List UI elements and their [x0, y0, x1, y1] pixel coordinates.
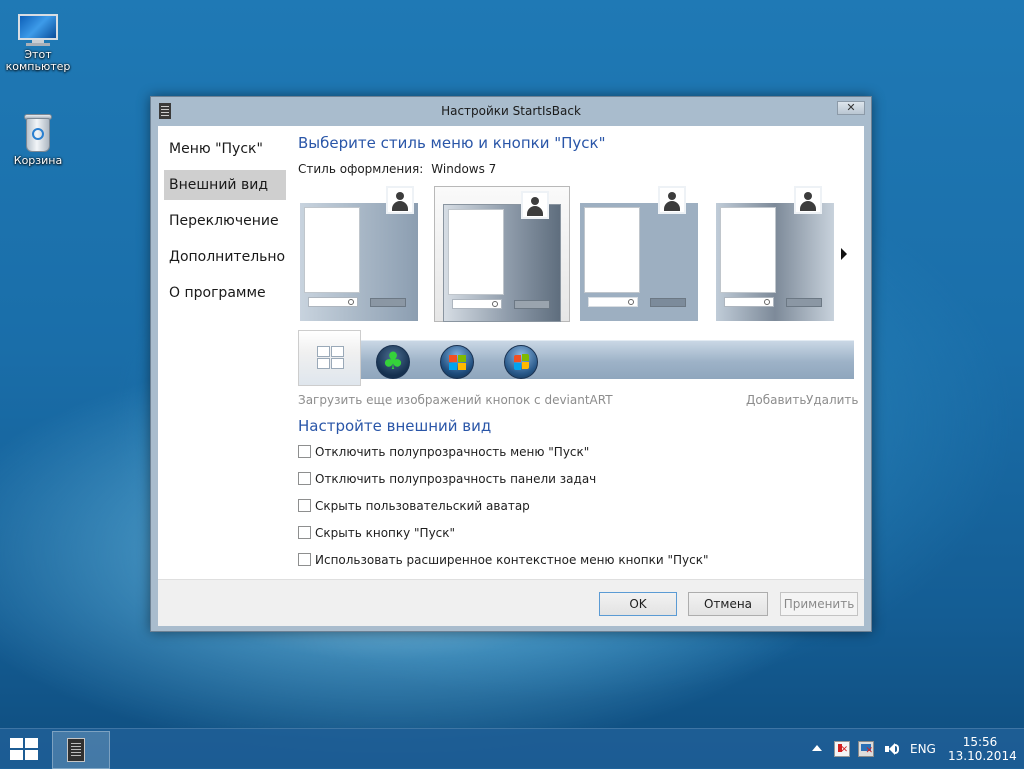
window-title: Настройки StartIsBack [441, 104, 581, 118]
taskbar-app-startisback[interactable] [52, 731, 110, 769]
close-button[interactable]: ✕ [837, 101, 865, 115]
desktop-icon-this-pc[interactable]: Этот компьютер [3, 14, 73, 73]
app-icon [67, 738, 85, 762]
style-label-row: Стиль оформления: Windows 7 [298, 162, 496, 176]
windows7-orb-icon[interactable] [504, 345, 538, 379]
volume-icon[interactable] [884, 741, 900, 757]
checkbox[interactable] [298, 526, 311, 539]
user-avatar-icon [521, 191, 549, 219]
dialog-footer: OK Отмена Применить [158, 579, 864, 626]
ok-button[interactable]: OK [599, 592, 677, 616]
clover-orb-icon[interactable] [376, 345, 410, 379]
recycle-bin-icon [22, 112, 54, 152]
checkbox-label: Отключить полупрозрачность меню "Пуск" [315, 445, 590, 459]
nav-item-about[interactable]: О программе [164, 278, 286, 308]
style-thumbnail-selected[interactable] [434, 186, 570, 322]
desktop-icon-label: компьютер [5, 60, 71, 73]
nav-item-appearance[interactable]: Внешний вид [164, 170, 286, 200]
apply-button[interactable]: Применить [780, 592, 858, 616]
nav-item-advanced[interactable]: Дополнительно [164, 242, 286, 272]
nav-item-start-menu[interactable]: Меню "Пуск" [164, 134, 286, 164]
scroll-right-arrow-icon[interactable] [841, 248, 847, 260]
checkbox-label: Отключить полупрозрачность панели задач [315, 472, 597, 486]
clock-time: 15:56 [962, 735, 998, 749]
style-thumbnail[interactable] [572, 186, 708, 322]
desktop-icon-recycle-bin[interactable]: Корзина [3, 112, 73, 167]
style-thumbnail[interactable] [708, 186, 844, 322]
user-avatar-icon [386, 186, 414, 214]
desktop-icon-label: Корзина [13, 154, 63, 167]
show-hidden-icons-chevron-icon[interactable] [812, 745, 822, 751]
checkbox[interactable] [298, 499, 311, 512]
checkbox-label: Скрыть кнопку "Пуск" [315, 526, 456, 540]
windows-orb-icon[interactable] [440, 345, 474, 379]
nav-item-switching[interactable]: Переключение [164, 206, 286, 236]
style-thumbnail[interactable] [298, 186, 434, 322]
start-button-option-selected[interactable] [298, 330, 361, 386]
window-client: Меню "Пуск" Внешний вид Переключение Доп… [158, 126, 864, 626]
section-title: Выберите стиль меню и кнопки "Пуск" [298, 134, 606, 152]
windows-flag-icon [317, 346, 345, 370]
add-button-link[interactable]: Добавить [746, 393, 806, 407]
user-avatar-icon [794, 186, 822, 214]
checkbox[interactable] [298, 553, 311, 566]
settings-window: Настройки StartIsBack ✕ Меню "Пуск" Внеш… [150, 96, 872, 632]
network-icon[interactable]: ✕ [858, 741, 874, 757]
checkbox-row[interactable]: Скрыть пользовательский аватар [298, 498, 530, 514]
checkbox-row[interactable]: Скрыть кнопку "Пуск" [298, 525, 455, 541]
cancel-button[interactable]: Отмена [688, 592, 768, 616]
checkbox-row[interactable]: Отключить полупрозрачность панели задач [298, 471, 596, 487]
language-indicator[interactable]: ENG [910, 742, 936, 758]
checkbox-label: Использовать расширенное контекстное мен… [315, 553, 709, 567]
checkbox[interactable] [298, 445, 311, 458]
checkbox-label: Скрыть пользовательский аватар [315, 499, 530, 513]
computer-icon [18, 14, 58, 46]
style-value: Windows 7 [431, 162, 497, 176]
clock-date: 13.10.2014 [948, 749, 1017, 763]
title-bar[interactable]: Настройки StartIsBack ✕ [151, 97, 871, 125]
checkbox-row[interactable]: Использовать расширенное контекстное мен… [298, 552, 709, 568]
style-label: Стиль оформления: [298, 162, 424, 176]
settings-nav: Меню "Пуск" Внешний вид Переключение Доп… [164, 134, 286, 314]
checkbox-row[interactable]: Отключить полупрозрачность меню "Пуск" [298, 444, 589, 460]
download-more-link[interactable]: Загрузить еще изображений кнопок с devia… [298, 393, 613, 407]
user-avatar-icon [658, 186, 686, 214]
remove-button-link[interactable]: Удалить [806, 393, 859, 407]
start-button-windows-icon[interactable] [10, 738, 40, 760]
clock[interactable]: 15:56 13.10.2014 [948, 735, 1017, 763]
action-center-flag-icon[interactable]: ✕ [834, 741, 850, 757]
appearance-title: Настройте внешний вид [298, 417, 492, 435]
taskbar: ✕ ✕ ENG 15:56 13.10.2014 [0, 728, 1024, 769]
checkbox[interactable] [298, 472, 311, 485]
